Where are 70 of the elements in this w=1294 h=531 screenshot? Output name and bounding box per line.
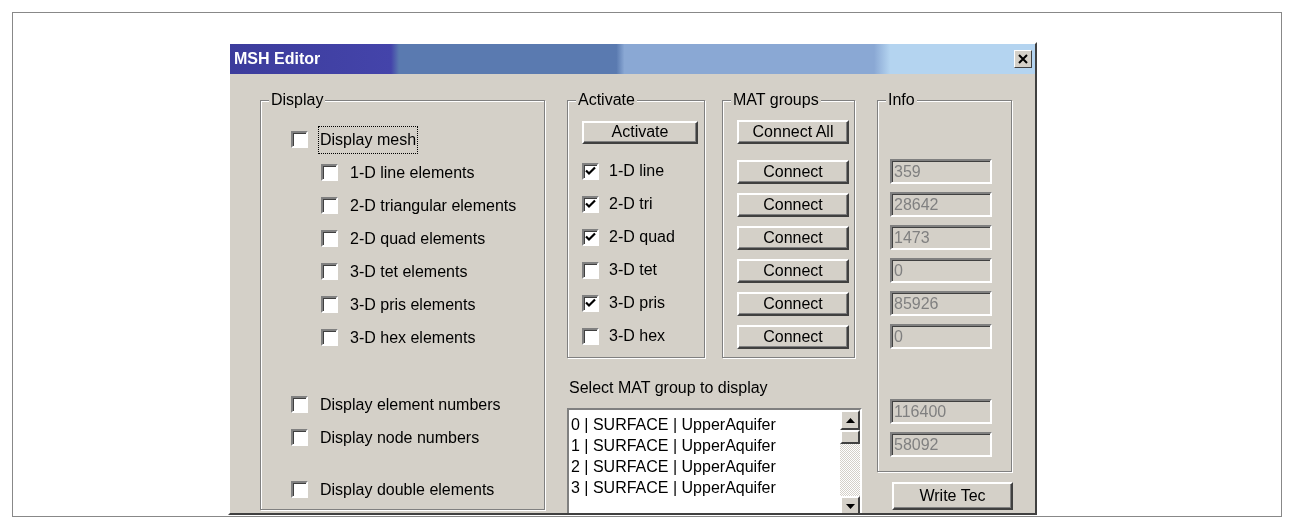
- checkbox-label[interactable]: 1-D line elements: [350, 160, 475, 185]
- checkbox[interactable]: [321, 296, 338, 313]
- connect-button[interactable]: Connect: [737, 291, 849, 316]
- checkbox[interactable]: [321, 164, 338, 181]
- up-arrow-icon: [845, 417, 855, 423]
- checkbox-label[interactable]: 2-D quad elements: [350, 226, 486, 251]
- checkbox[interactable]: [582, 228, 599, 246]
- list-item[interactable]: 0 | SURFACE | UpperAquifer: [569, 414, 840, 435]
- checkbox-label[interactable]: 3-D pris elements: [350, 292, 476, 317]
- close-icon: [1018, 54, 1028, 64]
- checkbox-label[interactable]: Display node numbers: [320, 425, 480, 450]
- checkbox[interactable]: [321, 230, 338, 247]
- list-item[interactable]: 3 | SURFACE | UpperAquifer: [569, 477, 840, 498]
- checkbox-label[interactable]: 3-D hex: [609, 324, 666, 348]
- checkbox-label[interactable]: 2-D tri: [609, 192, 653, 216]
- group-title: Display: [269, 90, 326, 110]
- info-field: 85926: [890, 291, 992, 316]
- scrollbar[interactable]: [840, 410, 860, 513]
- list-item[interactable]: 2 | SURFACE | UpperAquifer: [569, 456, 840, 477]
- connect-button[interactable]: Connect: [737, 258, 849, 283]
- checkbox-label[interactable]: 1-D line: [609, 159, 665, 183]
- info-field: 0: [890, 258, 992, 283]
- list-item[interactable]: 1 | SURFACE | UpperAquifer: [569, 435, 840, 456]
- list-label: Select MAT group to display: [568, 378, 769, 398]
- connect-button[interactable]: Connect: [737, 324, 849, 349]
- checkbox[interactable]: [582, 294, 599, 312]
- checkbox-label[interactable]: 3-D pris: [609, 291, 665, 315]
- info-field: 28642: [890, 192, 992, 217]
- info-field: 58092: [890, 432, 992, 457]
- checkmark-icon: [585, 232, 596, 242]
- info-field: 116400: [890, 399, 992, 424]
- scroll-up-button[interactable]: [840, 410, 860, 430]
- checkbox[interactable]: [321, 197, 338, 214]
- checkbox[interactable]: [582, 195, 599, 213]
- checkbox[interactable]: [321, 263, 338, 280]
- connect-button[interactable]: Connect: [737, 192, 849, 217]
- checkmark-icon: [585, 166, 596, 176]
- checkbox[interactable]: [291, 396, 308, 413]
- checkbox-label[interactable]: 2-D quad: [609, 225, 675, 249]
- scroll-thumb[interactable]: [840, 430, 860, 444]
- activate-button[interactable]: Activate: [582, 120, 698, 144]
- checkbox[interactable]: [291, 429, 308, 446]
- connect-button[interactable]: Connect: [737, 159, 849, 184]
- checkbox-label[interactable]: 2-D triangular elements: [350, 193, 517, 218]
- checkbox[interactable]: [321, 329, 338, 346]
- connect-all-button[interactable]: Connect All: [737, 120, 849, 144]
- scroll-down-button[interactable]: [840, 496, 860, 513]
- checkbox-label[interactable]: Display double elements: [320, 477, 495, 502]
- checkbox[interactable]: [291, 481, 308, 498]
- checkmark-icon: [585, 298, 596, 308]
- checkbox[interactable]: [582, 327, 599, 345]
- connect-button[interactable]: Connect: [737, 225, 849, 250]
- write-tec-button[interactable]: Write Tec: [892, 482, 1013, 510]
- checkbox[interactable]: [582, 162, 599, 180]
- down-arrow-icon: [845, 503, 855, 509]
- info-field: 1473: [890, 225, 992, 250]
- checkbox-label[interactable]: 3-D hex elements: [350, 325, 476, 350]
- group-title: MAT groups: [731, 90, 821, 110]
- mat-group-list[interactable]: 0 | SURFACE | UpperAquifer 1 | SURFACE | UpperAquifer 2 | SURFACE | UpperAquifer 3 | SURFACE | UpperAquifer: [567, 408, 862, 513]
- checkbox-label[interactable]: 3-D tet: [609, 258, 657, 282]
- checkbox[interactable]: [582, 261, 599, 279]
- checkbox-label[interactable]: Display element numbers: [320, 392, 501, 417]
- checkbox-label[interactable]: 3-D tet elements: [350, 259, 468, 284]
- window-title: MSH Editor: [234, 49, 321, 69]
- checkmark-icon: [585, 199, 596, 209]
- checkbox[interactable]: [291, 131, 308, 148]
- info-field: 359: [890, 159, 992, 184]
- checkbox-label[interactable]: Display mesh: [320, 127, 417, 152]
- info-field: 0: [890, 324, 992, 349]
- close-button[interactable]: [1014, 50, 1032, 68]
